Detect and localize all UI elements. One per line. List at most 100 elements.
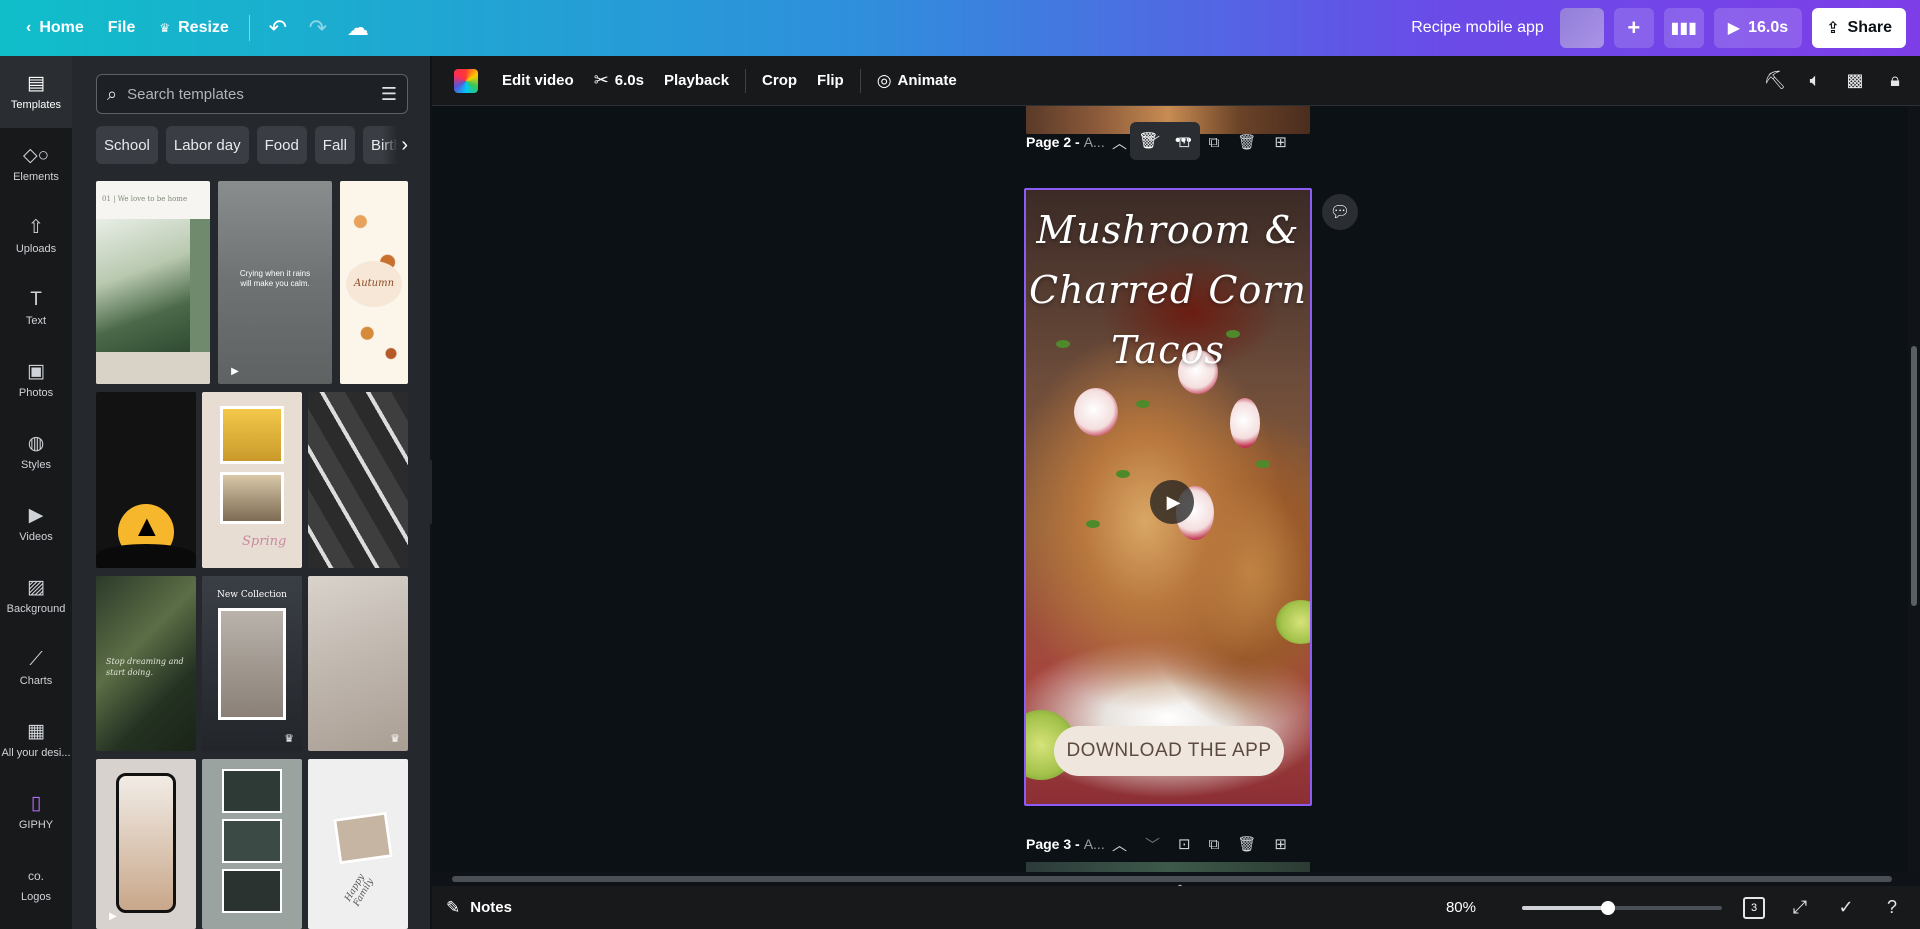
chip-fall[interactable]: Fall <box>314 126 355 164</box>
rail-item-background[interactable]: ▨ Background <box>0 560 72 632</box>
resize-button[interactable]: ♛ Resize <box>147 8 240 48</box>
photos-icon: ▣ <box>27 360 45 382</box>
rail-item-text[interactable]: T Text <box>0 272 72 344</box>
animate-button[interactable]: ◎ Animate <box>867 64 967 98</box>
chevron-down-icon[interactable]: ﹀ <box>1145 132 1160 153</box>
trim-button[interactable]: ✂ 6.0s <box>584 64 654 98</box>
filter-icon[interactable]: ☰ <box>381 84 397 105</box>
chevron-right-icon[interactable]: › <box>382 126 408 164</box>
template-thumb[interactable]: Happy Family <box>308 759 408 929</box>
template-thumb[interactable]: Spring <box>202 392 302 568</box>
check-icon[interactable]: ✓ <box>1832 894 1860 922</box>
rail-item-elements[interactable]: ◇○ Elements <box>0 128 72 200</box>
color-picker-icon[interactable] <box>454 68 478 93</box>
zoom-slider-handle[interactable] <box>1601 900 1615 915</box>
search-input[interactable] <box>127 85 371 103</box>
download-app-button[interactable]: DOWNLOAD THE APP <box>1054 726 1284 776</box>
template-thumb[interactable]: New Collection ♛ <box>202 576 302 751</box>
undo-icon[interactable]: ↶ <box>258 8 298 48</box>
duplicate-page-icon[interactable]: ⧉ <box>1209 134 1220 151</box>
delete-page-icon[interactable]: 🗑︎ <box>1237 133 1256 151</box>
chip-labor-day[interactable]: Labor day <box>165 126 249 164</box>
avatar[interactable] <box>1559 8 1604 48</box>
template-thumb[interactable]: 01 | We love to be home <box>96 181 210 384</box>
edit-video-button[interactable]: Edit video <box>492 64 584 98</box>
trim-duration: 6.0s <box>614 72 644 89</box>
crown-icon: ♛ <box>284 733 294 745</box>
template-thumb[interactable] <box>202 759 302 929</box>
page-3-label[interactable]: Page 3 - A... <box>1026 830 1105 858</box>
volume-icon[interactable]: 🔈︎ <box>1800 66 1830 96</box>
lock-icon[interactable]: 🔒︎ <box>1880 66 1910 96</box>
help-icon[interactable]: ? <box>1878 894 1906 922</box>
page-2-design[interactable]: Mushroom & Charred Corn Tacos ▶ DOWNLOAD… <box>1024 188 1312 806</box>
lock-page-icon[interactable]: ⊡ <box>1178 835 1191 853</box>
redo-icon[interactable]: ↷ <box>298 8 338 48</box>
rail-item-photos[interactable]: ▣ Photos <box>0 344 72 416</box>
logos-icon: co. <box>27 868 44 883</box>
flip-button[interactable]: Flip <box>807 64 854 98</box>
home-button[interactable]: ‹ Home <box>14 8 96 48</box>
design-headline[interactable]: Mushroom & Charred Corn Tacos <box>1026 200 1310 380</box>
rail-item-giphy[interactable]: ▯ GIPHY <box>0 776 72 848</box>
rail-label: Background <box>6 602 66 615</box>
template-thumb[interactable]: Autumn <box>340 181 408 384</box>
rail-item-uploads[interactable]: ⇧ Uploads <box>0 200 72 272</box>
file-menu-button[interactable]: File <box>96 8 148 48</box>
notes-label: Notes <box>470 899 512 916</box>
present-button[interactable]: ▶ 16.0s <box>1713 8 1803 48</box>
playback-button[interactable]: Playback <box>654 64 739 98</box>
chip-food[interactable]: Food <box>256 126 307 164</box>
uploads-icon: ⇧ <box>28 216 44 238</box>
pages-button[interactable]: 3 <box>1740 894 1768 922</box>
page-3-preview[interactable] <box>1026 862 1310 872</box>
add-page-icon[interactable]: ⊞ <box>1274 133 1287 151</box>
template-thumb[interactable]: Stop dreaming and start doing. <box>96 576 196 751</box>
design-title[interactable]: Recipe mobile app <box>1411 19 1544 37</box>
lock-page-icon[interactable]: ⊡ <box>1178 133 1191 151</box>
fullscreen-icon[interactable]: ⤢ <box>1786 894 1814 922</box>
cloud-save-icon[interactable]: ☁ <box>338 8 378 48</box>
play-video-button[interactable]: ▶ <box>1150 480 1194 524</box>
scrollbar-thumb[interactable] <box>1911 346 1917 606</box>
page-2-controls: ︿ ﹀ ⊡ ⧉ 🗑︎ ⊞ <box>1112 128 1287 156</box>
chevron-down-icon[interactable]: ﹀ <box>1145 834 1160 855</box>
zoom-slider[interactable] <box>1522 900 1722 915</box>
resize-label: Resize <box>178 19 229 36</box>
template-thumb[interactable]: ♛ <box>308 576 408 751</box>
page-3-subtitle: A... <box>1083 836 1105 852</box>
transparency-icon[interactable]: ▩ <box>1840 66 1870 96</box>
template-thumb[interactable] <box>308 392 408 568</box>
add-comment-icon[interactable]: 💬︎ <box>1322 194 1358 230</box>
page-2-label[interactable]: Page 2 - A... <box>1026 128 1105 156</box>
vertical-scrollbar[interactable] <box>1908 106 1920 872</box>
present-duration: 16.0s <box>1748 19 1789 36</box>
chip-school[interactable]: School <box>96 126 158 164</box>
rail-item-charts[interactable]: ⟋ Charts <box>0 632 72 704</box>
add-page-icon[interactable]: ⊞ <box>1274 835 1287 853</box>
paint-roller-icon[interactable]: ⛏ <box>1760 66 1790 96</box>
headline-line-1: Mushroom & <box>1036 208 1300 252</box>
duplicate-page-icon[interactable]: ⧉ <box>1209 836 1220 853</box>
share-button[interactable]: ⇪ Share <box>1812 8 1906 48</box>
rail-item-templates[interactable]: ▤ Templates <box>0 56 72 128</box>
chevron-up-icon[interactable]: ︿ <box>1112 132 1127 153</box>
rail-item-styles[interactable]: ◍ Styles <box>0 416 72 488</box>
add-collaborator-button[interactable]: + <box>1613 8 1654 48</box>
template-thumb[interactable]: ▲ <box>96 392 196 568</box>
template-thumb[interactable]: Crying when it rains will make you calm.… <box>218 181 332 384</box>
search-box: ⌕ ☰ <box>96 74 408 114</box>
delete-page-icon[interactable]: 🗑︎ <box>1237 835 1256 853</box>
rail-item-logos[interactable]: co. Logos <box>0 848 72 920</box>
canvas[interactable]: 🗑︎ ••• Page 2 - A... ︿ ﹀ ⊡ ⧉ 🗑︎ ⊞ Mushro… <box>432 106 1912 872</box>
template-thumb[interactable]: ▶ <box>96 759 196 929</box>
wolf-silhouette-icon: ▲ <box>132 510 162 543</box>
crop-button[interactable]: Crop <box>752 64 807 98</box>
notes-button[interactable]: ✎ Notes <box>446 898 512 918</box>
plus-icon: + <box>1627 15 1641 40</box>
zoom-level[interactable]: 80% <box>1436 899 1476 916</box>
insights-button[interactable]: ▮▮▮ <box>1663 8 1704 48</box>
chevron-up-icon[interactable]: ︿ <box>1112 834 1127 855</box>
rail-item-all-designs[interactable]: ▦ All your desi... <box>0 704 72 776</box>
rail-item-videos[interactable]: ▶ Videos <box>0 488 72 560</box>
